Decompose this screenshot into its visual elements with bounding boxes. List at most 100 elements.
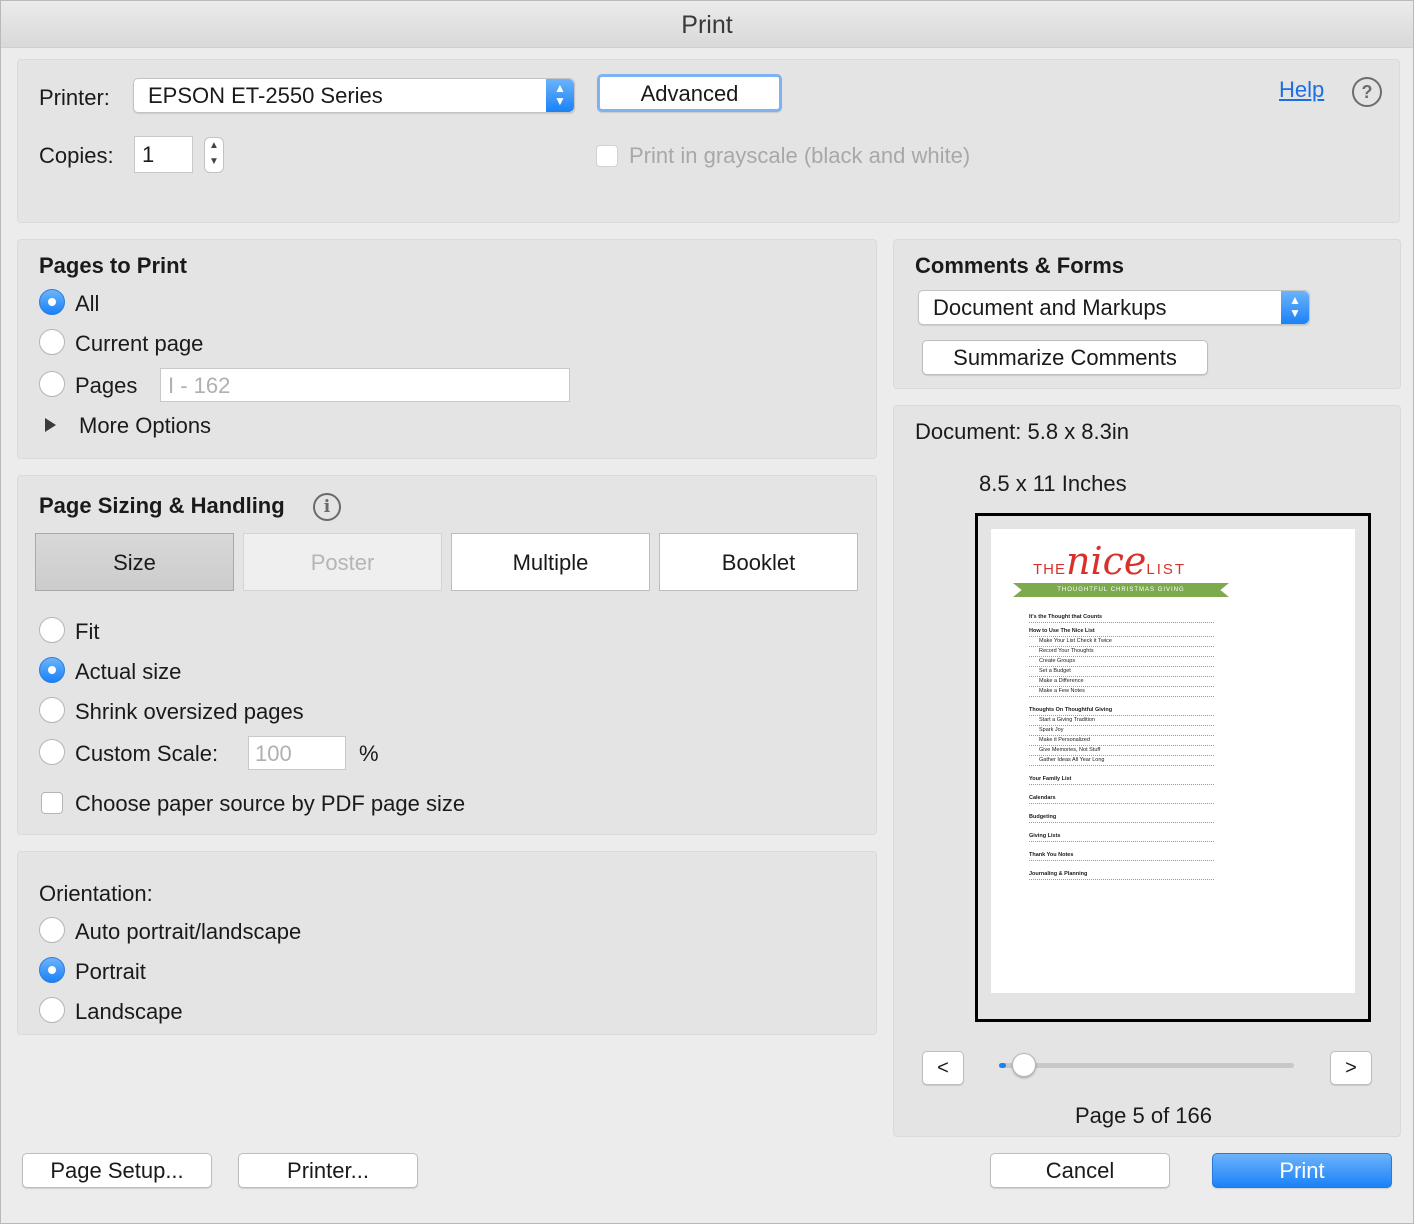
toc-entry: Make it Personalized bbox=[1029, 736, 1214, 746]
tab-booklet[interactable]: Booklet bbox=[659, 533, 858, 591]
radio-custom-scale[interactable] bbox=[39, 739, 65, 765]
toc-entry: How to Use The Nice List bbox=[1029, 627, 1214, 637]
toc-entry: Record Your Thoughts bbox=[1029, 647, 1214, 657]
printer-label: Printer: bbox=[39, 85, 110, 110]
toc-entry: Make a Few Notes bbox=[1029, 687, 1214, 697]
thumb-title-list: LIST bbox=[1146, 561, 1187, 578]
radio-pages[interactable] bbox=[39, 371, 65, 397]
radio-portrait-label: Portrait bbox=[75, 959, 146, 984]
toc-entry: It's the Thought that Counts bbox=[1029, 613, 1214, 623]
printer-select[interactable]: EPSON ET-2550 Series ▲ ▼ bbox=[133, 78, 575, 113]
summarize-comments-button[interactable]: Summarize Comments bbox=[922, 340, 1208, 375]
page-sizing-panel bbox=[17, 475, 877, 835]
window-title: Print bbox=[681, 11, 733, 39]
toc-entry: Thank You Notes bbox=[1029, 851, 1214, 861]
page-slider-fill bbox=[999, 1063, 1007, 1068]
help-link[interactable]: Help bbox=[1279, 77, 1324, 103]
disclosure-triangle-icon[interactable] bbox=[45, 418, 56, 432]
paper-size: 8.5 x 11 Inches bbox=[979, 471, 1127, 496]
custom-scale-field[interactable]: 100 bbox=[248, 736, 346, 770]
radio-landscape-label: Landscape bbox=[75, 999, 183, 1024]
toc-entry: Set a Budget bbox=[1029, 667, 1214, 677]
grayscale-checkbox[interactable] bbox=[596, 145, 618, 167]
document-size: Document: 5.8 x 8.3in bbox=[915, 419, 1130, 444]
prev-page-button[interactable]: < bbox=[922, 1051, 964, 1085]
toc-entry: Gather Ideas All Year Long bbox=[1029, 756, 1214, 766]
thumb-title: THEniceLIST bbox=[1033, 539, 1186, 583]
tab-multiple[interactable]: Multiple bbox=[451, 533, 650, 591]
paper-source-checkbox[interactable] bbox=[41, 792, 63, 814]
chevron-updown-icon: ▲ ▼ bbox=[546, 79, 574, 112]
cancel-button[interactable]: Cancel bbox=[990, 1153, 1170, 1188]
toc-entry: Start a Giving Tradition bbox=[1029, 716, 1214, 726]
toc-list: It's the Thought that Counts How to Use T… bbox=[1029, 613, 1214, 880]
radio-current-page-label: Current page bbox=[75, 331, 204, 356]
copies-stepper[interactable]: ▲ ▼ bbox=[204, 137, 224, 173]
radio-actual-size[interactable] bbox=[39, 657, 65, 683]
radio-portrait[interactable] bbox=[39, 957, 65, 983]
page-preview: THEniceLIST THOUGHTFUL CHRISTMAS GIVING … bbox=[975, 513, 1371, 1022]
page-slider-track[interactable] bbox=[999, 1063, 1294, 1068]
paper-source-label: Choose paper source by PDF page size bbox=[75, 791, 466, 816]
toc-entry: Make a Difference bbox=[1029, 677, 1214, 687]
comments-forms-value: Document and Markups bbox=[933, 295, 1167, 320]
custom-scale-value: 100 bbox=[255, 741, 292, 766]
thumb-banner-text: THOUGHTFUL CHRISTMAS GIVING bbox=[1057, 587, 1185, 593]
printer-value: EPSON ET-2550 Series bbox=[148, 83, 383, 108]
radio-shrink-oversized[interactable] bbox=[39, 697, 65, 723]
pages-range-field[interactable]: I - 162 bbox=[160, 368, 570, 402]
radio-auto-orientation-label: Auto portrait/landscape bbox=[75, 919, 302, 944]
pages-range-placeholder: I - 162 bbox=[168, 373, 231, 398]
copies-field[interactable]: 1 bbox=[134, 136, 193, 173]
next-page-button[interactable]: > bbox=[1330, 1051, 1372, 1085]
percent-label: % bbox=[359, 741, 379, 766]
grayscale-label: Print in grayscale (black and white) bbox=[629, 143, 971, 168]
tab-poster[interactable]: Poster bbox=[243, 533, 442, 591]
thumb-title-the: THE bbox=[1033, 561, 1066, 578]
orientation-title: Orientation: bbox=[39, 881, 153, 906]
advanced-button[interactable]: Advanced bbox=[597, 74, 782, 112]
tab-size[interactable]: Size bbox=[35, 533, 234, 591]
radio-fit[interactable] bbox=[39, 617, 65, 643]
thumb-banner: THOUGHTFUL CHRISTMAS GIVING bbox=[1013, 583, 1229, 597]
print-button[interactable]: Print bbox=[1212, 1153, 1392, 1188]
copies-label: Copies: bbox=[39, 143, 114, 168]
thumb-toc: It's the Thought that Counts How to Use T… bbox=[1029, 609, 1214, 880]
pages-to-print-title: Pages to Print bbox=[39, 253, 187, 278]
radio-fit-label: Fit bbox=[75, 619, 100, 644]
toc-entry: Budgeting bbox=[1029, 813, 1214, 823]
toc-entry: Journaling & Planning bbox=[1029, 870, 1214, 880]
radio-all[interactable] bbox=[39, 289, 65, 315]
title-bar: Print bbox=[1, 1, 1413, 48]
toc-entry: Giving Lists bbox=[1029, 832, 1214, 842]
more-options-label[interactable]: More Options bbox=[79, 413, 211, 439]
chevron-updown-icon: ▲ ▼ bbox=[1281, 291, 1309, 324]
comments-forms-select[interactable]: Document and Markups ▲ ▼ bbox=[918, 290, 1310, 325]
toc-entry: Make Your List Check it Twice bbox=[1029, 637, 1214, 647]
toc-entry: Calendars bbox=[1029, 794, 1214, 804]
comments-forms-title: Comments & Forms bbox=[915, 253, 1125, 278]
radio-auto-orientation[interactable] bbox=[39, 917, 65, 943]
radio-landscape[interactable] bbox=[39, 997, 65, 1023]
preview-page-sheet: THEniceLIST THOUGHTFUL CHRISTMAS GIVING … bbox=[991, 529, 1355, 993]
toc-entry: Create Groups bbox=[1029, 657, 1214, 667]
radio-custom-scale-label: Custom Scale: bbox=[75, 741, 219, 766]
thumb-title-nice: nice bbox=[1066, 539, 1147, 583]
print-dialog: Print Printer: EPSON ET-2550 Series ▲ ▼ A… bbox=[0, 0, 1414, 1224]
radio-pages-label: Pages bbox=[75, 373, 138, 398]
toc-entry: Thoughts On Thoughtful Giving bbox=[1029, 706, 1214, 716]
toc-entry: Give Memories, Not Stuff bbox=[1029, 746, 1214, 756]
toc-entry: Spark Joy bbox=[1029, 726, 1214, 736]
page-slider-thumb[interactable] bbox=[1012, 1053, 1037, 1077]
page-sizing-title: Page Sizing & Handling bbox=[39, 493, 285, 518]
toc-entry: Your Family List bbox=[1029, 775, 1214, 785]
radio-current-page[interactable] bbox=[39, 329, 65, 355]
question-icon[interactable]: ? bbox=[1352, 77, 1382, 107]
radio-actual-size-label: Actual size bbox=[75, 659, 182, 684]
printer-button[interactable]: Printer... bbox=[238, 1153, 418, 1188]
page-status: Page 5 of 166 bbox=[1075, 1103, 1213, 1128]
info-icon[interactable]: i bbox=[313, 493, 341, 521]
radio-shrink-oversized-label: Shrink oversized pages bbox=[75, 699, 304, 724]
radio-all-label: All bbox=[75, 291, 100, 316]
page-setup-button[interactable]: Page Setup... bbox=[22, 1153, 212, 1188]
